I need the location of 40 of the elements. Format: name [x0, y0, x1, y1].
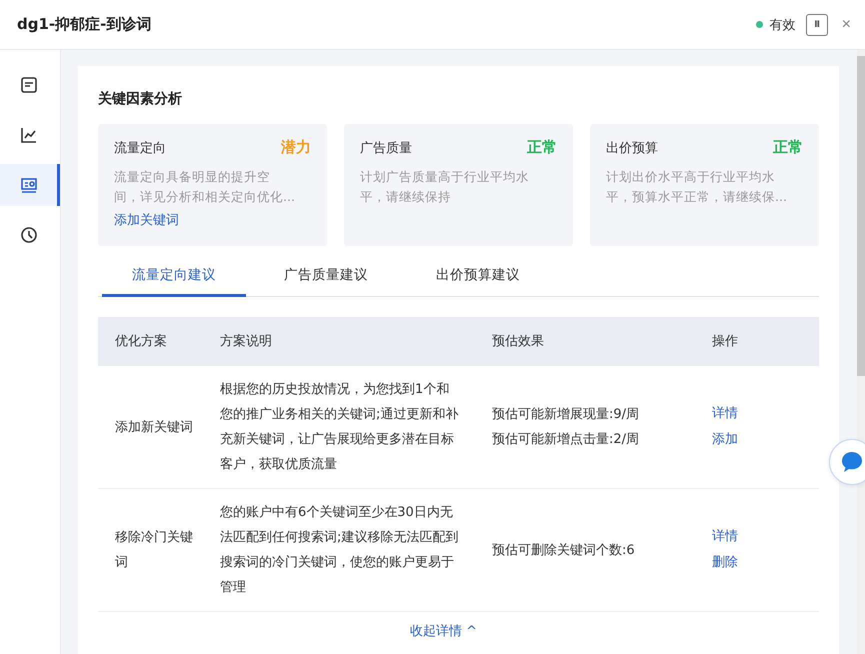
factor-status: 正常 [527, 138, 557, 157]
line-chart-icon [20, 126, 38, 144]
factor-description: 计划广告质量高于行业平均水 平，请继续保持 [360, 168, 530, 206]
factor-name: 广告质量 [360, 140, 412, 156]
close-button[interactable]: × [842, 16, 851, 34]
action-link[interactable]: 详情 [712, 524, 819, 550]
action-link[interactable]: 详情 [712, 401, 819, 427]
factor-status: 正常 [773, 138, 803, 157]
column-header: 优化方案 [115, 333, 168, 350]
factor-status: 潜力 [281, 138, 311, 157]
column-header: 方案说明 [220, 333, 273, 350]
factor-name: 流量定向 [114, 140, 166, 156]
column-header: 操作 [712, 333, 739, 350]
action-link[interactable]: 添加 [712, 427, 819, 453]
factor-description: 计划出价水平高于行业平均水 平，预算水平正常，请继续保... [606, 168, 788, 206]
action-link[interactable]: 删除 [712, 550, 819, 576]
table-cell-text: 预估可删除关键词个数:6 [492, 542, 636, 560]
chat-icon [839, 450, 865, 474]
table-cell-text: 预估可能新增展现量:9/周 预估可能新增点击量:2/周 [492, 406, 640, 449]
tab[interactable]: 广告质量建议 [254, 256, 398, 297]
report-icon [20, 176, 38, 194]
window-title: dg1-抑郁症-到诊词 [17, 15, 152, 34]
note-icon [20, 76, 38, 94]
factor-description: 流量定向具备明显的提升空 间，详见分析和相关定向优化... [114, 168, 296, 206]
status-label: 有效 [770, 16, 796, 34]
pause-button[interactable]: II [806, 14, 828, 36]
table-cell-text: 移除冷门关键 词 [115, 529, 194, 572]
table-cell-text: 您的账户中有6个关键词至少在30日内无 法匹配到任何搜索词;建议移除无法匹配到 搜索词的冷门关键词，使您的账户更易于 管理 [220, 504, 460, 597]
table-cell-text: 根据您的历史投放情况，为您找到1个和 您的推广业务相关的关键词;通过更新和补 充新关键词，让广告展现给更多潜在目标 客户，获取优质流量 [220, 381, 460, 474]
table-cell-text: 添加新关键词 [115, 418, 194, 436]
section-title: 关键因素分析 [98, 90, 183, 108]
scroll-thumb[interactable] [857, 56, 865, 376]
factor-name: 出价预算 [606, 140, 658, 156]
tab[interactable]: 出价预算建议 [406, 256, 550, 297]
add-keyword-link[interactable]: 添加关键词 [114, 211, 179, 229]
column-header: 预估效果 [492, 333, 545, 350]
collapse-link[interactable]: 收起详情 ^ [68, 622, 819, 640]
tab[interactable]: 流量定向建议 [102, 256, 246, 297]
clock-icon [20, 226, 38, 244]
scrollbar[interactable] [857, 50, 865, 654]
